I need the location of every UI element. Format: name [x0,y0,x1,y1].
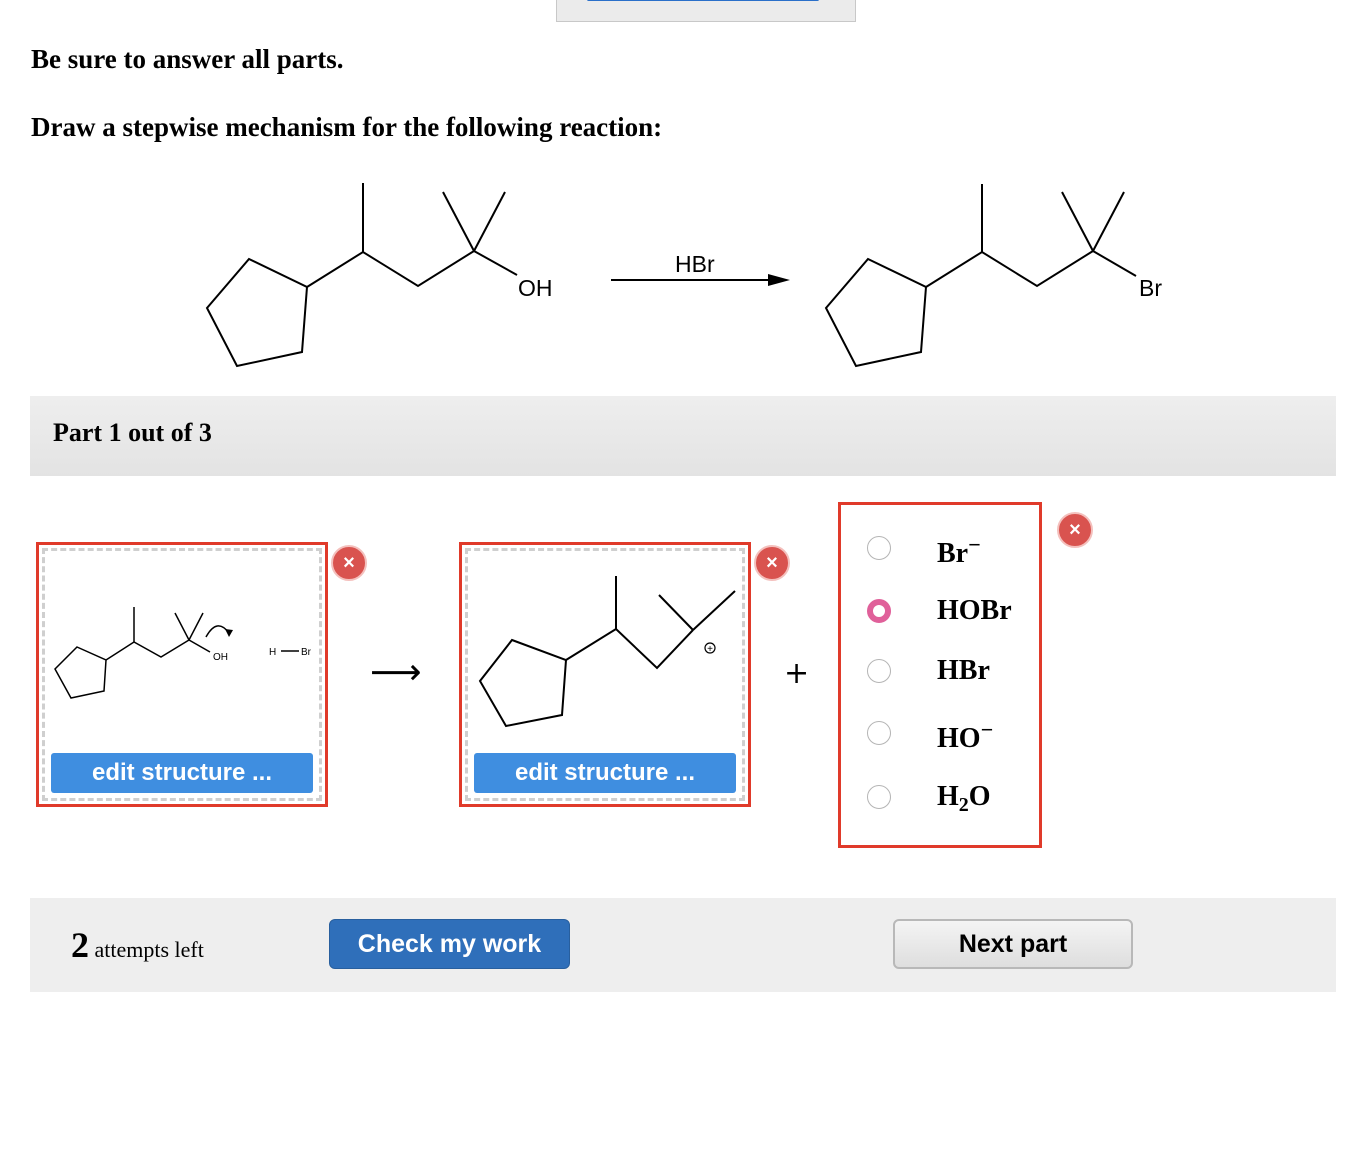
drawing-methyl-2 [188,612,204,641]
choice-radio[interactable] [867,721,891,745]
remove-structure-2-icon[interactable]: × [754,545,790,581]
choice-label: Br− [937,532,981,569]
reactant-methyl-1 [442,191,475,252]
part-header-label: Part 1 out of 3 [53,418,212,447]
product-methyl-2 [1092,191,1125,252]
product-methyl-1 [1061,191,1094,252]
choice-radio-selected[interactable] [867,599,891,623]
drawing-oh-label: OH [213,652,228,663]
choice-row[interactable]: HBr [867,651,1037,691]
remove-structure-1-icon[interactable]: × [331,545,367,581]
next-part-button[interactable]: Next part [893,919,1133,969]
drawing-ring [478,638,568,728]
mechanism-arrow: ⟶ [370,652,422,693]
drawing-h-label: H [269,647,276,658]
footer-bar: 2 attempts left Check my work Next part [30,898,1336,992]
edit-structure-button-1[interactable]: edit structure ... [51,753,313,793]
structure-slot-intermediate[interactable]: + edit structure ... [459,542,751,807]
curved-arrow-head [225,629,233,637]
choice-row[interactable]: H2O [867,777,1037,817]
check-my-work-button[interactable]: Check my work [329,919,570,969]
choice-radio[interactable] [867,659,891,683]
choice-row[interactable]: HOBr [867,591,1037,631]
drawing-methyl-1 [174,612,190,641]
reactant-methyl-2 [473,191,506,252]
part-header: Part 1 out of 3 [30,396,1336,476]
edit-structure-button-2[interactable]: edit structure ... [474,753,736,793]
attempts-remaining: 2 attempts left [71,924,204,966]
product-carbon-chain [925,250,1094,288]
choice-label: HOBr [937,595,1012,626]
reactant-carbon-chain [306,250,475,288]
product-cyclopentane-ring [824,257,928,368]
curved-arrow [205,625,230,638]
structure-slot-reactants[interactable]: OH H Br edit structure ... [36,542,328,807]
choice-row[interactable]: Br− [867,528,1037,569]
choice-row[interactable]: HO− [867,713,1037,754]
reactant-c-o-bond [473,250,518,276]
plus-sign: + [784,656,810,691]
byproduct-choices: Br− HOBr HBr HO− H2O [838,502,1042,848]
reactant-drawing: OH H Br [54,607,312,699]
carbocation-drawing: + [478,576,736,728]
reagent-label: HBr [675,251,715,277]
drawing-chain [105,639,190,661]
choice-label: H2O [937,781,991,816]
choice-label: HO− [937,717,994,754]
reactant-oh-label: OH [518,275,553,301]
choice-label: HBr [937,655,990,686]
choice-radio[interactable] [867,536,891,560]
reaction-arrow-head [768,274,790,286]
drawing-chain [565,627,694,670]
product-br-label: Br [1139,275,1162,301]
drawing-br-label: Br [301,647,312,658]
drawing-c-o-bond [188,639,211,653]
drawing-methyl-1 [658,594,694,631]
choice-radio[interactable] [867,785,891,809]
positive-charge-label: + [707,644,713,655]
reactant-cyclopentane-ring [205,257,309,368]
product-c-br-bond [1092,250,1137,277]
reaction-scheme: OH HBr Br [205,183,1162,368]
remove-choices-icon[interactable]: × [1057,512,1093,548]
attempts-count: 2 [71,925,89,965]
attempts-text: attempts left [94,937,204,962]
drawing-ring [54,646,107,699]
drawing-methyl-2 [692,590,736,631]
